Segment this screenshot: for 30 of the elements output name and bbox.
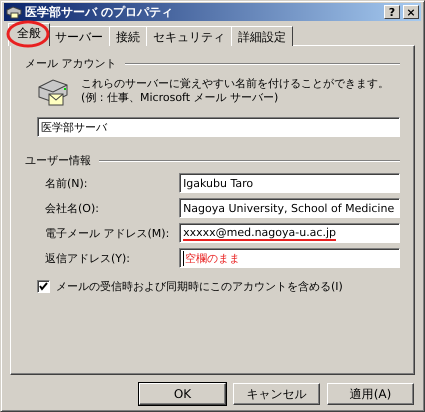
mail-server-icon bbox=[6, 5, 22, 19]
text-field[interactable]: Nagoya University, School of Medicine bbox=[179, 198, 400, 218]
text-field[interactable]: 空欄のまま bbox=[179, 248, 400, 268]
field-value: Igakubu Taro bbox=[183, 176, 254, 190]
dialog-button[interactable]: キャンセル bbox=[233, 383, 320, 405]
field-value: 空欄のまま bbox=[183, 250, 240, 266]
close-button[interactable]: × bbox=[403, 5, 419, 19]
field-label: 電子メール アドレス(M): bbox=[45, 226, 170, 240]
account-name-field[interactable]: 医学部サーバ bbox=[37, 117, 400, 137]
description-text: これらのサーバーに覚えやすい名前を付けることができます。(例 : 仕事、Microsoft メール サーバー) bbox=[81, 77, 390, 105]
field-label: 会社名(O): bbox=[45, 200, 100, 216]
tab[interactable]: セキュリティ bbox=[146, 26, 232, 46]
text-field[interactable]: xxxxx@med.nagoya-u.ac.jp bbox=[179, 223, 400, 243]
field-value: Nagoya University, School of Medicine bbox=[183, 202, 394, 214]
section-heading: ユーザー情報 bbox=[25, 153, 91, 168]
field-label: 返信アドレス(Y): bbox=[45, 250, 132, 266]
tab[interactable]: 全般 bbox=[8, 23, 50, 46]
checkbox-label: メールの受信時および同期時にこのアカウントを含める(I) bbox=[56, 279, 343, 294]
field-value: xxxxx@med.nagoya-u.ac.jp bbox=[183, 226, 336, 240]
section-heading: メール アカウント bbox=[25, 56, 116, 71]
field-label: 名前(N): bbox=[45, 176, 89, 190]
window-title: 医学部サーバ のプロパティ bbox=[25, 4, 174, 20]
text-field[interactable]: Igakubu Taro bbox=[179, 173, 400, 193]
help-button[interactable]: ? bbox=[384, 5, 400, 19]
tab[interactable]: 詳細設定 bbox=[231, 26, 293, 46]
dialog-button[interactable]: OK bbox=[139, 383, 226, 405]
dialog-button[interactable]: 適用(A) bbox=[327, 383, 414, 405]
checkbox[interactable] bbox=[37, 280, 50, 293]
tab[interactable]: サーバー bbox=[48, 26, 110, 46]
tab[interactable]: 接続 bbox=[109, 26, 147, 46]
